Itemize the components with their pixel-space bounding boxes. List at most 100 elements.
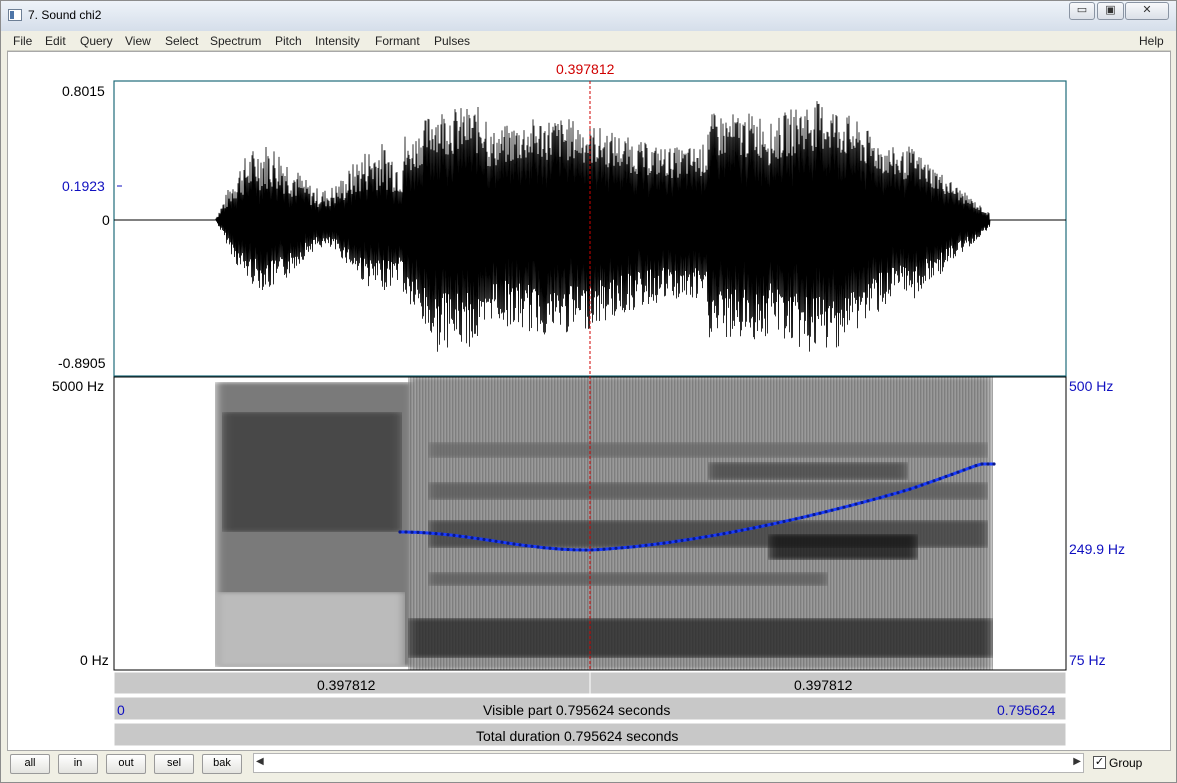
pitch-point (980, 462, 984, 466)
waveform-mark-label: 0.1923 (62, 178, 105, 194)
pitch-point (650, 543, 654, 547)
pitch-point (776, 521, 780, 525)
pitch-point (926, 481, 930, 485)
pitch-point (584, 548, 588, 552)
pitch-point (986, 462, 990, 466)
pitch-point (464, 535, 468, 539)
horizontal-scrollbar[interactable]: ◀ ▶ (253, 753, 1084, 773)
pitch-point (416, 530, 420, 534)
pitch-point (848, 504, 852, 508)
pitch-point (632, 545, 636, 549)
maximize-button[interactable]: ▣ (1097, 2, 1124, 20)
pitch-point (908, 487, 912, 491)
pitch-point (548, 546, 552, 550)
pitch-point (614, 546, 618, 550)
time-bar-right-label: 0.397812 (794, 677, 853, 693)
waveform-min-label: -0.8905 (58, 355, 106, 371)
sound-display[interactable] (8, 52, 1172, 752)
pitch-point (728, 530, 732, 535)
zoom-back-button[interactable]: bak (202, 754, 242, 774)
pitch-point (572, 548, 576, 552)
pitch-point (866, 499, 870, 503)
visible-part-label: Visible part 0.795624 seconds (483, 702, 671, 718)
formant-band (428, 572, 828, 586)
pitch-point (710, 534, 714, 538)
zoom-in-button[interactable]: in (58, 754, 98, 774)
pitch-point (830, 508, 834, 512)
pitch-point (500, 540, 504, 544)
pitch-point (638, 544, 642, 548)
pitch-point (482, 537, 486, 542)
group-label: Group (1109, 756, 1143, 770)
pitch-point (494, 539, 498, 543)
formant-band (768, 534, 918, 560)
pitch-point (698, 536, 702, 540)
zoom-all-button[interactable]: all (10, 754, 50, 774)
pitch-point (818, 511, 822, 515)
pitch-point (752, 526, 756, 530)
pitch-point (704, 535, 708, 539)
menu-file[interactable]: File (13, 34, 32, 48)
menu-bar: File Edit Query View Select Spectrum Pit… (7, 31, 1171, 51)
pitch-point (944, 474, 948, 479)
pitch-point (398, 530, 402, 534)
pitch-point (764, 523, 768, 527)
pitch-point (674, 539, 678, 543)
pitch-point (512, 542, 516, 546)
fricative-low-noise (215, 592, 405, 667)
pitch-mid-label: 249.9 Hz (1069, 541, 1126, 557)
pitch-point (452, 533, 456, 537)
pitch-point (812, 513, 816, 517)
window-title: 7. Sound chi2 (28, 8, 102, 22)
pitch-point (680, 538, 684, 543)
pitch-point (872, 497, 876, 501)
pitch-point (476, 537, 480, 541)
pitch-point (530, 544, 534, 548)
zoom-out-button[interactable]: out (106, 754, 146, 774)
pitch-point (770, 522, 774, 526)
pitch-point (836, 507, 840, 511)
menu-intensity[interactable]: Intensity (315, 34, 360, 48)
pitch-point (470, 536, 474, 540)
formant-band (428, 442, 988, 458)
pitch-point (920, 483, 924, 487)
pitch-point (878, 496, 882, 500)
menu-formant[interactable]: Formant (375, 34, 420, 48)
menu-help[interactable]: Help (1139, 34, 1164, 48)
menu-select[interactable]: Select (165, 34, 198, 48)
pitch-point (806, 514, 810, 518)
pitch-point (902, 489, 906, 493)
menu-edit[interactable]: Edit (45, 34, 66, 48)
pitch-point (578, 548, 582, 552)
praat-sound-window: 7. Sound chi2 ▭ ▣ ✕ File Edit Query View… (0, 0, 1177, 783)
pitch-point (410, 530, 414, 534)
minimize-icon: ▭ (1076, 4, 1088, 16)
pitch-point (458, 534, 462, 538)
close-button[interactable]: ✕ (1125, 2, 1169, 20)
pitch-point (788, 518, 792, 522)
formant-band (708, 462, 908, 480)
formant-band (408, 618, 993, 658)
menu-pulses[interactable]: Pulses (434, 34, 470, 48)
pitch-point (992, 462, 996, 466)
minimize-button[interactable]: ▭ (1069, 2, 1095, 20)
menu-view[interactable]: View (125, 34, 151, 48)
scroll-right-icon[interactable]: ▶ (1073, 756, 1081, 767)
visible-start-label: 0 (117, 702, 125, 718)
pitch-point (440, 532, 444, 536)
pitch-point (560, 547, 564, 551)
pitch-point (716, 533, 720, 537)
pitch-point (932, 479, 936, 483)
window-app-icon (8, 9, 22, 21)
menu-query[interactable]: Query (80, 34, 113, 48)
pitch-point (800, 515, 804, 520)
pitch-point (968, 466, 972, 470)
group-checkbox[interactable]: ✓ (1093, 756, 1106, 769)
zoom-selection-button[interactable]: sel (154, 754, 194, 774)
pitch-point (662, 541, 666, 545)
scroll-left-icon[interactable]: ◀ (256, 756, 264, 767)
menu-pitch[interactable]: Pitch (275, 34, 302, 48)
menu-spectrum[interactable]: Spectrum (210, 34, 261, 48)
pitch-point (566, 547, 570, 552)
pitch-point (626, 545, 630, 549)
